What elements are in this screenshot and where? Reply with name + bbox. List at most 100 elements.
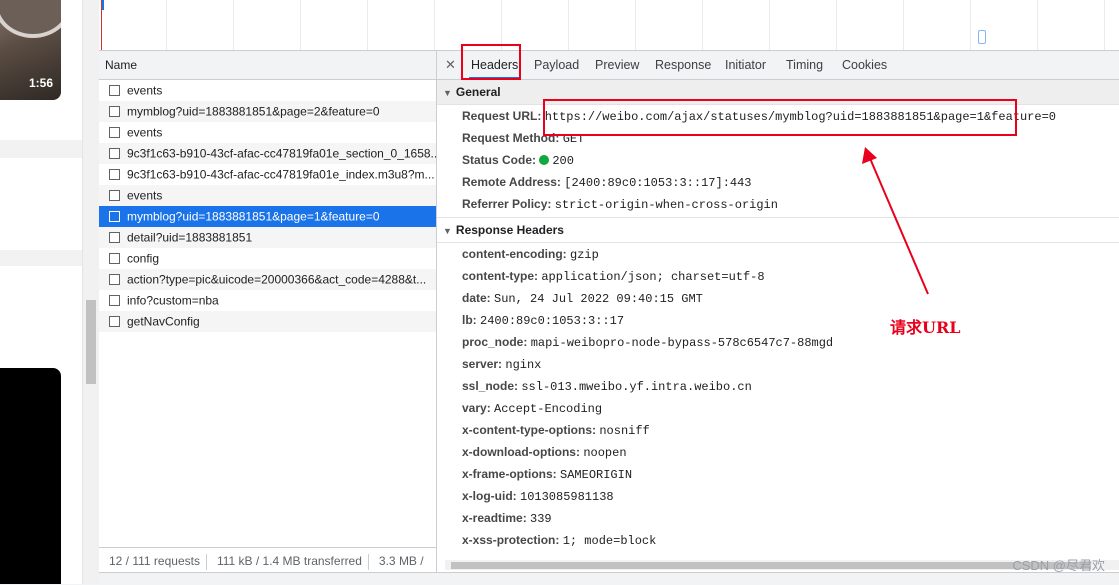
header-value[interactable]: nginx: [505, 358, 541, 372]
request-checkbox[interactable]: [109, 232, 120, 244]
request-list: events mymblog?uid=1883881851&page=2&fea…: [99, 80, 436, 332]
header-value[interactable]: Sun, 24 Jul 2022 09:40:15 GMT: [494, 292, 703, 306]
request-row[interactable]: 9c3f1c63-b910-43cf-afac-cc47819fa01e_sec…: [99, 143, 436, 164]
timeline-gridline: [702, 0, 703, 50]
tab-initiator[interactable]: Initiator: [725, 51, 766, 79]
response-header-row: x-frame-options: SAMEORIGIN: [437, 463, 1119, 485]
section-title: Response Headers: [455, 223, 564, 237]
tab-payload[interactable]: Payload: [534, 51, 579, 79]
request-name: action?type=pic&uicode=20000366&act_code…: [127, 272, 427, 287]
request-row[interactable]: mymblog?uid=1883881851&page=2&feature=0: [99, 101, 436, 122]
video-thumbnail[interactable]: 1:56: [0, 0, 61, 100]
request-name: 9c3f1c63-b910-43cf-afac-cc47819fa01e_sec…: [127, 146, 436, 161]
tab-cookies[interactable]: Cookies: [842, 51, 887, 79]
request-name: mymblog?uid=1883881851&page=2&feature=0: [127, 104, 380, 119]
header-key: x-download-options:: [462, 445, 580, 459]
header-value[interactable]: mapi-weibopro-node-bypass-578c6547c7-88m…: [531, 336, 833, 350]
timeline-gridline: [903, 0, 904, 50]
timeline-gridline: [970, 0, 971, 50]
network-timeline-overview[interactable]: [99, 0, 1119, 51]
response-header-row: server: nginx: [437, 353, 1119, 375]
name-column-header[interactable]: Name: [99, 51, 436, 80]
header-key: proc_node:: [462, 335, 528, 349]
header-key: x-frame-options:: [462, 467, 557, 481]
close-icon[interactable]: ✕: [445, 57, 456, 73]
timeline-gridline: [769, 0, 770, 50]
request-checkbox[interactable]: [109, 106, 120, 118]
timeline-gridline: [434, 0, 435, 50]
watermark: CSDN @尽君欢: [1012, 558, 1105, 573]
timeline-gridline: [367, 0, 368, 50]
request-checkbox[interactable]: [109, 148, 120, 160]
request-checkbox[interactable]: [109, 169, 120, 181]
transferred-size: 111 kB / 1.4 MB transferred: [216, 554, 362, 568]
header-value[interactable]: 2400:89c0:1053:3::17: [480, 314, 624, 328]
collapse-triangle-icon: ▼: [443, 88, 452, 98]
request-row[interactable]: events: [99, 122, 436, 143]
request-checkbox[interactable]: [109, 211, 120, 223]
scrollbar-thumb[interactable]: [451, 562, 1091, 569]
timeline-gridline: [836, 0, 837, 50]
header-value[interactable]: 339: [530, 512, 552, 526]
timeline-gridline: [233, 0, 234, 50]
request-row[interactable]: info?custom=nba: [99, 290, 436, 311]
request-name: info?custom=nba: [127, 293, 219, 308]
header-value[interactable]: 1013085981138: [520, 490, 614, 504]
request-row[interactable]: getNavConfig: [99, 311, 436, 332]
tab-timing[interactable]: Timing: [786, 51, 823, 79]
page-scrollbar-thumb[interactable]: [86, 300, 96, 384]
request-url-highlight-box: [543, 99, 1017, 136]
request-checkbox[interactable]: [109, 295, 120, 307]
header-value[interactable]: gzip: [570, 248, 599, 262]
header-value[interactable]: ssl-013.mweibo.yf.intra.weibo.cn: [521, 380, 751, 394]
thumbnail-graphic: [0, 0, 61, 38]
response-header-row: ssl_node: ssl-013.mweibo.yf.intra.weibo.…: [437, 375, 1119, 397]
request-name: getNavConfig: [127, 314, 200, 329]
tab-preview[interactable]: Preview: [595, 51, 639, 79]
request-row[interactable]: action?type=pic&uicode=20000366&act_code…: [99, 269, 436, 290]
timeline-dom-marker: [102, 0, 104, 10]
header-key: ssl_node:: [462, 379, 519, 393]
response-header-row: content-type: application/json; charset=…: [437, 265, 1119, 287]
header-key: server:: [462, 357, 503, 371]
header-value[interactable]: 200: [552, 154, 574, 168]
header-key: Referrer Policy:: [462, 197, 552, 211]
section-title: General: [455, 85, 501, 99]
response-header-row: vary: Accept-Encoding: [437, 397, 1119, 419]
request-name: mymblog?uid=1883881851&page=1&feature=0: [127, 209, 380, 224]
request-checkbox[interactable]: [109, 85, 120, 97]
timeline-gridline: [568, 0, 569, 50]
video-card[interactable]: [0, 368, 61, 584]
request-checkbox[interactable]: [109, 253, 120, 265]
request-checkbox[interactable]: [109, 316, 120, 328]
request-row[interactable]: detail?uid=1883881851: [99, 227, 436, 248]
page-divider: [0, 140, 82, 158]
response-header-row: x-download-options: noopen: [437, 441, 1119, 463]
header-value[interactable]: strict-origin-when-cross-origin: [555, 198, 778, 212]
request-row[interactable]: config: [99, 248, 436, 269]
request-row[interactable]: 9c3f1c63-b910-43cf-afac-cc47819fa01e_ind…: [99, 164, 436, 185]
header-value[interactable]: application/json; charset=utf-8: [541, 270, 764, 284]
header-value[interactable]: noopen: [583, 446, 626, 460]
request-name: events: [127, 125, 163, 140]
request-checkbox[interactable]: [109, 190, 120, 202]
request-row[interactable]: events: [99, 80, 436, 101]
request-row-selected[interactable]: mymblog?uid=1883881851&page=1&feature=0: [99, 206, 436, 227]
request-checkbox[interactable]: [109, 274, 120, 286]
timeline-gridline: [1104, 0, 1105, 50]
request-name: 9c3f1c63-b910-43cf-afac-cc47819fa01e_ind…: [127, 167, 435, 182]
page-scrollbar[interactable]: [82, 0, 99, 584]
header-value[interactable]: [2400:89c0:1053:3::17]:443: [564, 176, 751, 190]
request-row[interactable]: events: [99, 185, 436, 206]
header-key: x-readtime:: [462, 511, 527, 525]
request-checkbox[interactable]: [109, 127, 120, 139]
network-status-bar: 12 / 111 requests 111 kB / 1.4 MB transfe…: [99, 547, 436, 574]
response-headers-section-header[interactable]: ▼ Response Headers: [437, 217, 1119, 243]
header-value[interactable]: 1; mode=block: [563, 534, 657, 548]
header-key: content-type:: [462, 269, 538, 283]
remote-address-row: Remote Address: [2400:89c0:1053:3::17]:4…: [437, 171, 1119, 193]
tab-response[interactable]: Response: [655, 51, 711, 79]
header-value[interactable]: SAMEORIGIN: [560, 468, 632, 482]
header-value[interactable]: Accept-Encoding: [494, 402, 602, 416]
header-value[interactable]: nosniff: [599, 424, 649, 438]
